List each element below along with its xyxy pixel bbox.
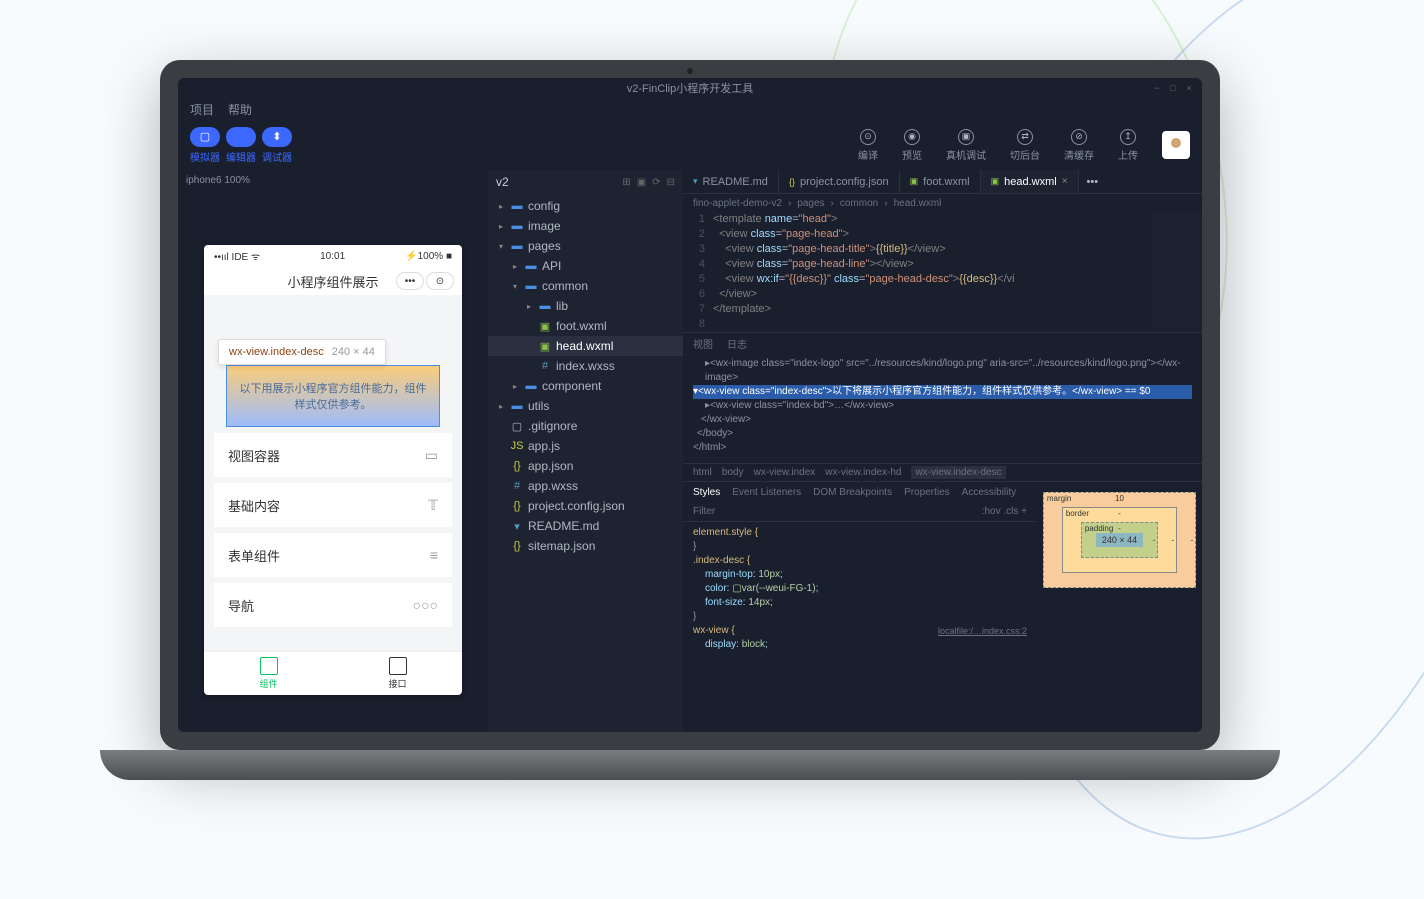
phone-menu-button[interactable]: •••	[396, 272, 424, 290]
editor-tab[interactable]: ▾README.md	[683, 170, 779, 193]
laptop-camera	[687, 68, 693, 74]
breadcrumb: fino-applet-demo-v2›pages›common›head.wx…	[683, 194, 1202, 212]
phone-simulator: ••ııl IDE ᯤ 10:01 ⚡100% ■ 小程序组件展示 ••• ⊙	[204, 245, 462, 695]
minimize-button[interactable]: −	[1152, 83, 1162, 93]
editor-tab[interactable]: ▣foot.wxml	[900, 170, 981, 193]
devtools-tab-log[interactable]: 日志	[727, 336, 747, 351]
file-tree-item[interactable]: JSapp.js	[488, 436, 683, 456]
collapse-icon[interactable]: ⊟	[667, 177, 675, 188]
toolbar-清缓存-button[interactable]: ⊘清缓存	[1064, 129, 1094, 162]
phone-list-item[interactable]: 视图容器▭	[214, 433, 452, 477]
file-tree-item[interactable]: ▣head.wxml	[488, 336, 683, 356]
styles-tab[interactable]: Styles	[693, 487, 720, 498]
ide-window: v2-FinClip小程序开发工具 − □ × 项目 帮助 ▢模拟器编辑器⬍调试…	[178, 78, 1202, 732]
toolbar-编辑器-button[interactable]	[226, 127, 256, 147]
simulator-panel: iphone6 100% ••ııl IDE ᯤ 10:01 ⚡100% ■ 小…	[178, 170, 488, 732]
window-titlebar: v2-FinClip小程序开发工具 − □ ×	[178, 78, 1202, 98]
file-tree-item[interactable]: ▸▬lib	[488, 296, 683, 316]
file-tree-item[interactable]: #index.wxss	[488, 356, 683, 376]
laptop-frame: v2-FinClip小程序开发工具 − □ × 项目 帮助 ▢模拟器编辑器⬍调试…	[160, 60, 1220, 780]
phone-close-button[interactable]: ⊙	[426, 272, 454, 290]
close-button[interactable]: ×	[1184, 83, 1194, 93]
phone-tab[interactable]: 组件	[204, 652, 333, 695]
minimap[interactable]	[1152, 212, 1202, 332]
file-tree-item[interactable]: ▾README.md	[488, 516, 683, 536]
status-signal: ••ııl IDE ᯤ	[214, 249, 260, 263]
user-avatar[interactable]	[1162, 131, 1190, 159]
toolbar-真机调试-button[interactable]: ▣真机调试	[946, 129, 986, 162]
file-tree-item[interactable]: {}project.config.json	[488, 496, 683, 516]
styles-tab[interactable]: Accessibility	[962, 487, 1016, 498]
code-editor-panel: ▾README.md{}project.config.json▣foot.wxm…	[683, 170, 1202, 732]
phone-list-item[interactable]: 表单组件≡	[214, 533, 452, 577]
tabs-more-button[interactable]: •••	[1079, 176, 1107, 188]
phone-tab[interactable]: 接口	[333, 652, 462, 695]
toolbar-调试器-button[interactable]: ⬍	[262, 127, 292, 147]
status-battery: ⚡100% ■	[405, 251, 452, 262]
dom-breadcrumb[interactable]: htmlbodywx-view.indexwx-view.index-hdwx-…	[683, 463, 1202, 481]
file-explorer: v2 ⊞ ▣ ⟳ ⊟ ▸▬config▸▬image▾▬pages▸▬API▾▬…	[488, 170, 683, 732]
inspect-selector: wx-view.index-desc	[229, 346, 324, 358]
styles-tab[interactable]: Event Listeners	[732, 487, 801, 498]
styles-filter-input[interactable]: Filter	[693, 506, 715, 517]
file-tree-item[interactable]: ▾▬pages	[488, 236, 683, 256]
styles-rules[interactable]: element.style {}.index-desc {</span></di…	[683, 522, 1037, 732]
inspect-tooltip: wx-view.index-desc 240 × 44	[218, 339, 386, 365]
file-tree-item[interactable]: ▸▬API	[488, 256, 683, 276]
menu-help[interactable]: 帮助	[228, 101, 252, 118]
editor-tab[interactable]: ▣head.wxml×	[981, 170, 1079, 193]
toolbar-上传-button[interactable]: ↥上传	[1118, 129, 1138, 162]
file-tree-item[interactable]: ▸▬utils	[488, 396, 683, 416]
styles-filter-controls[interactable]: :hov .cls +	[982, 506, 1027, 517]
tab-close-icon[interactable]: ×	[1062, 176, 1068, 187]
dom-tree[interactable]: ▸<wx-image class="index-logo" src="../re…	[683, 353, 1202, 463]
styles-tab[interactable]: Properties	[904, 487, 950, 498]
toolbar-编译-button[interactable]: ⊙编译	[858, 129, 878, 162]
file-tree-item[interactable]: {}sitemap.json	[488, 536, 683, 556]
phone-nav-bar: 小程序组件展示 ••• ⊙	[204, 267, 462, 295]
file-tree-item[interactable]: ▸▬component	[488, 376, 683, 396]
window-title: v2-FinClip小程序开发工具	[627, 80, 754, 96]
status-time: 10:01	[320, 251, 345, 262]
inspected-element[interactable]: 以下用展示小程序官方组件能力，组件样式仅供参考。	[226, 365, 440, 427]
file-tree-item[interactable]: ▣foot.wxml	[488, 316, 683, 336]
box-model-diagram: margin 10 border - padding - 240 × 4	[1037, 482, 1202, 732]
new-folder-icon[interactable]: ▣	[637, 177, 646, 188]
menubar: 项目 帮助	[178, 98, 1202, 120]
project-root-label: v2	[496, 175, 509, 189]
maximize-button[interactable]: □	[1168, 83, 1178, 93]
file-tree-item[interactable]: ▢.gitignore	[488, 416, 683, 436]
phone-nav-title: 小程序组件展示	[287, 272, 378, 291]
toolbar: ▢模拟器编辑器⬍调试器 ⊙编译◉预览▣真机调试⇄切后台⊘清缓存↥上传	[178, 120, 1202, 170]
styles-tab[interactable]: DOM Breakpoints	[813, 487, 892, 498]
devtools-tab-view[interactable]: 视图	[693, 336, 713, 351]
refresh-icon[interactable]: ⟳	[652, 177, 660, 188]
new-file-icon[interactable]: ⊞	[622, 177, 630, 188]
phone-list-item[interactable]: 导航○○○	[214, 583, 452, 627]
inspect-dimensions: 240 × 44	[332, 346, 375, 358]
toolbar-切后台-button[interactable]: ⇄切后台	[1010, 129, 1040, 162]
file-tree-item[interactable]: ▸▬config	[488, 196, 683, 216]
simulator-device-label: iphone6 100%	[178, 170, 488, 190]
toolbar-模拟器-button[interactable]: ▢	[190, 127, 220, 147]
devtools-panel: 视图 日志 ▸<wx-image class="index-logo" src=…	[683, 332, 1202, 732]
editor-tab[interactable]: {}project.config.json	[779, 170, 900, 193]
file-tree-item[interactable]: {}app.json	[488, 456, 683, 476]
phone-list-item[interactable]: 基础内容𝕋	[214, 483, 452, 527]
menu-project[interactable]: 项目	[190, 101, 214, 118]
phone-status-bar: ••ııl IDE ᯤ 10:01 ⚡100% ■	[204, 245, 462, 267]
file-tree-item[interactable]: #app.wxss	[488, 476, 683, 496]
code-editor[interactable]: 12345678 <template name="head"> <view cl…	[683, 212, 1202, 332]
toolbar-预览-button[interactable]: ◉预览	[902, 129, 922, 162]
file-tree-item[interactable]: ▸▬image	[488, 216, 683, 236]
file-tree-item[interactable]: ▾▬common	[488, 276, 683, 296]
